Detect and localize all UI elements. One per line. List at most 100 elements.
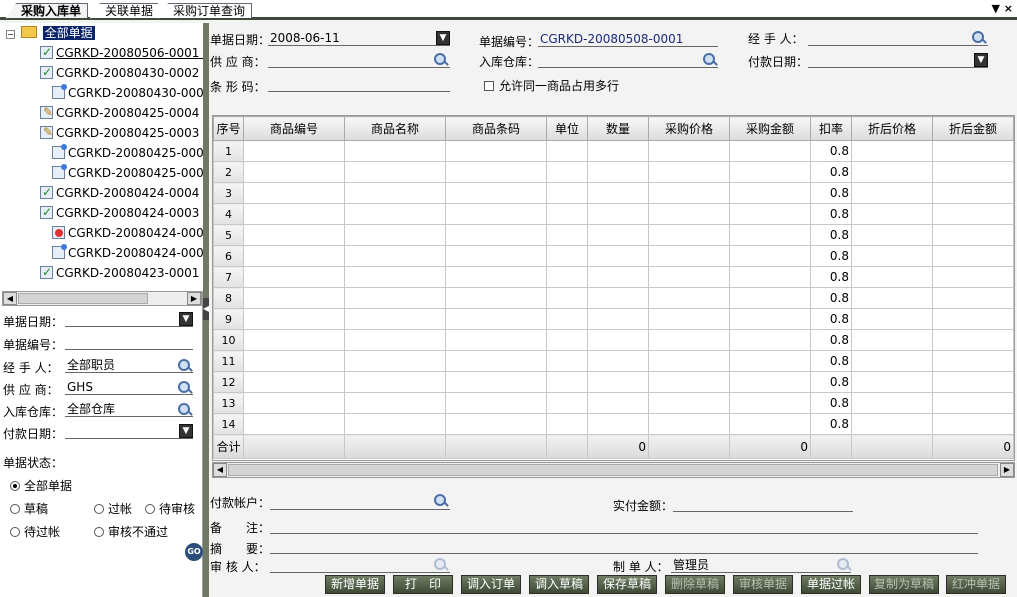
- grid-cell[interactable]: [932, 182, 1014, 204]
- grid-cell[interactable]: [445, 329, 547, 351]
- grid-cell[interactable]: [344, 329, 446, 351]
- grid-cell[interactable]: [546, 245, 588, 267]
- grid-cell[interactable]: [344, 203, 446, 225]
- new-document-button[interactable]: 新增单据: [325, 575, 385, 594]
- grid-cell[interactable]: [648, 266, 730, 288]
- grid-cell[interactable]: [851, 203, 933, 225]
- discount-cell[interactable]: 0.8: [810, 245, 852, 267]
- grid-cell[interactable]: [344, 224, 446, 246]
- grid-horizontal-scrollbar[interactable]: ◀ ▶: [212, 462, 1015, 478]
- grid-cell[interactable]: [587, 371, 649, 393]
- grid-cell[interactable]: [445, 266, 547, 288]
- grid-cell[interactable]: [546, 308, 588, 330]
- filter-handler-field[interactable]: 全部职员: [65, 357, 193, 373]
- grid-cell[interactable]: [445, 350, 547, 372]
- grid-cell[interactable]: [445, 308, 547, 330]
- discount-cell[interactable]: 0.8: [810, 161, 852, 183]
- table-row[interactable]: 4 0.8: [213, 203, 1014, 225]
- print-button[interactable]: 打 印: [393, 575, 453, 594]
- grid-cell[interactable]: [932, 161, 1014, 183]
- grid-cell[interactable]: [243, 287, 345, 309]
- tree-item[interactable]: CGRKD-20080424-0004 过帐: [40, 182, 203, 203]
- filter-supplier-search-icon[interactable]: [177, 380, 193, 396]
- grid-cell[interactable]: [851, 308, 933, 330]
- grid-cell[interactable]: [648, 287, 730, 309]
- discount-cell[interactable]: 0.8: [810, 224, 852, 246]
- filter-no-field[interactable]: [65, 334, 193, 350]
- grid-cell[interactable]: [587, 350, 649, 372]
- grid-cell[interactable]: [587, 266, 649, 288]
- tree-item[interactable]: CGRKD-20080430-0001 待: [52, 83, 203, 103]
- grid-cell[interactable]: [587, 245, 649, 267]
- table-row[interactable]: 3 0.8: [213, 182, 1014, 204]
- discount-cell[interactable]: 0.8: [810, 308, 852, 330]
- column-header[interactable]: 商品名称: [344, 116, 446, 141]
- grid-cell[interactable]: [445, 140, 547, 162]
- grid-cell[interactable]: [932, 224, 1014, 246]
- grid-cell[interactable]: [587, 287, 649, 309]
- grid-cell[interactable]: [729, 266, 811, 288]
- grid-cell[interactable]: [243, 329, 345, 351]
- grid-cell[interactable]: [851, 224, 933, 246]
- grid-cell[interactable]: [729, 182, 811, 204]
- post-document-button[interactable]: 单据过帐: [801, 575, 861, 594]
- grid-cell[interactable]: [445, 245, 547, 267]
- table-row[interactable]: 2 0.8: [213, 161, 1014, 183]
- grid-cell[interactable]: [344, 182, 446, 204]
- filter-date-dropdown-icon[interactable]: ▼: [179, 312, 193, 326]
- grid-cell[interactable]: [243, 413, 345, 435]
- grid-cell[interactable]: [344, 413, 446, 435]
- column-header[interactable]: 折后价格: [851, 116, 933, 141]
- grid-cell[interactable]: [932, 371, 1014, 393]
- grid-cell[interactable]: [932, 329, 1014, 351]
- table-row[interactable]: 11 0.8: [213, 350, 1014, 372]
- grid-cell[interactable]: [851, 371, 933, 393]
- grid-cell[interactable]: [729, 161, 811, 183]
- delete-draft-button[interactable]: 删除草稿: [665, 575, 725, 594]
- table-row[interactable]: 14 0.8: [213, 413, 1014, 435]
- discount-cell[interactable]: 0.8: [810, 203, 852, 225]
- grid-cell[interactable]: [587, 392, 649, 414]
- status-radio-pending-audit[interactable]: 待审核: [145, 500, 195, 517]
- grid-cell[interactable]: [243, 350, 345, 372]
- grid-cell[interactable]: [546, 371, 588, 393]
- tab-related-documents[interactable]: 关联单据: [90, 3, 161, 19]
- grid-cell[interactable]: [546, 203, 588, 225]
- grid-cell[interactable]: [243, 224, 345, 246]
- grid-cell[interactable]: [648, 392, 730, 414]
- discount-cell[interactable]: 0.8: [810, 140, 852, 162]
- discount-cell[interactable]: 0.8: [810, 371, 852, 393]
- status-radio-draft[interactable]: 草稿: [10, 500, 48, 517]
- tree-item[interactable]: CGRKD-20080424-0002 审: [52, 223, 203, 243]
- grid-cell[interactable]: [851, 182, 933, 204]
- discount-cell[interactable]: 0.8: [810, 392, 852, 414]
- tree-item[interactable]: CGRKD-20080424-0003 过帐: [40, 202, 203, 223]
- grid-cell[interactable]: [243, 245, 345, 267]
- audit-document-button[interactable]: 审核单据: [733, 575, 793, 594]
- go-button[interactable]: GO: [185, 543, 203, 561]
- discount-cell[interactable]: 0.8: [810, 182, 852, 204]
- status-radio-all[interactable]: 全部单据: [10, 477, 72, 494]
- grid-cell[interactable]: [445, 413, 547, 435]
- grid-cell[interactable]: [546, 329, 588, 351]
- filter-warehouse-field[interactable]: 全部仓库: [65, 401, 193, 417]
- filter-supplier-field[interactable]: GHS: [65, 379, 193, 395]
- grid-cell[interactable]: [851, 392, 933, 414]
- grid-cell[interactable]: [587, 308, 649, 330]
- supplier-search-icon[interactable]: [433, 52, 449, 68]
- grid-cell[interactable]: [243, 392, 345, 414]
- table-row[interactable]: 10 0.8: [213, 329, 1014, 351]
- grid-cell[interactable]: [851, 413, 933, 435]
- column-header[interactable]: 商品条码: [445, 116, 547, 141]
- grid-cell[interactable]: [344, 245, 446, 267]
- grid-cell[interactable]: [546, 266, 588, 288]
- grid-cell[interactable]: [344, 392, 446, 414]
- grid-cell[interactable]: [243, 203, 345, 225]
- date-field[interactable]: 2008-06-11: [268, 30, 450, 46]
- grid-cell[interactable]: [445, 224, 547, 246]
- tree-item[interactable]: CGRKD-20080423-0001 过帐: [40, 262, 203, 283]
- grid-cell[interactable]: [648, 371, 730, 393]
- tree-item[interactable]: CGRKD-20080424-0001 待: [52, 243, 203, 263]
- grid-cell[interactable]: [729, 371, 811, 393]
- grid-cell[interactable]: [648, 140, 730, 162]
